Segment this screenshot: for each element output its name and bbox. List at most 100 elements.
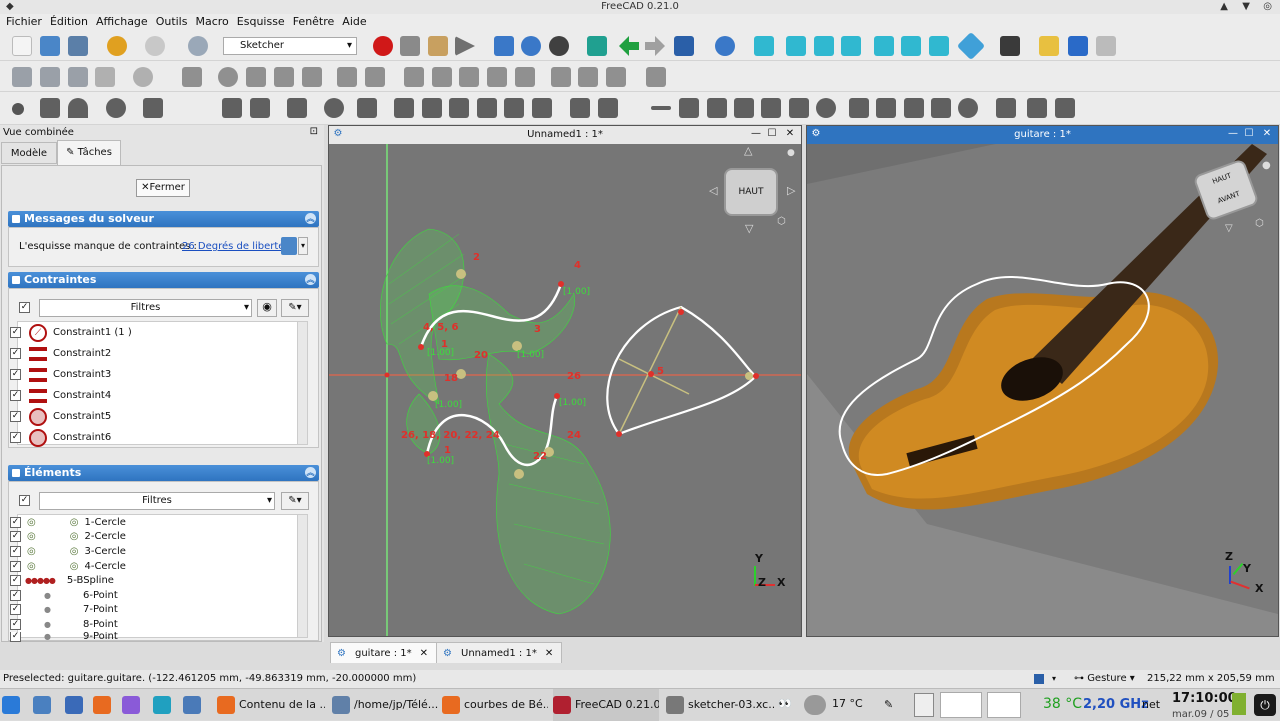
elements-scrollbar[interactable] — [297, 515, 307, 637]
list-item[interactable]: ✓ ●●●●● 5-BSpline — [10, 573, 114, 588]
close-view-icon[interactable]: ✕ — [1260, 127, 1274, 141]
lock-icon[interactable] — [849, 98, 869, 118]
collapse-icon[interactable]: ︽ — [305, 213, 316, 224]
list-item[interactable]: ✓ ◎ ◎ 2-Cercle — [10, 530, 126, 545]
chevron-down-icon[interactable]: ▾ — [1052, 670, 1056, 688]
stop-macro-icon[interactable] — [400, 36, 420, 56]
element-checkbox[interactable]: ✓ — [10, 545, 21, 557]
tangent-icon[interactable] — [734, 98, 754, 118]
navigation-cube[interactable]: HAUT — [724, 168, 778, 216]
elements-select-all-checkbox[interactable]: ✓ — [19, 495, 30, 506]
horizontal-distance-icon[interactable] — [876, 98, 896, 118]
bspline-convert-icon[interactable] — [337, 67, 357, 87]
list-item[interactable]: ✓ ● 6-Point — [10, 588, 118, 603]
cube-corner-icon[interactable]: ● — [787, 148, 795, 158]
menu-fichier[interactable]: Fichier — [6, 14, 42, 30]
constraints-select-all-checkbox[interactable]: ✓ — [19, 302, 30, 313]
tab-model[interactable]: Modèle — [1, 142, 57, 164]
element-checkbox[interactable]: ✓ — [10, 531, 21, 543]
line-tool-icon[interactable] — [40, 98, 60, 118]
list-item[interactable]: ✓ Constraint4 — [10, 385, 111, 406]
taskbar-item-firefox[interactable]: Contenu de la ... — [217, 689, 325, 721]
cube-left-arrow-icon[interactable]: ◁ — [709, 184, 717, 197]
menu-fenetre[interactable]: Fenêtre — [293, 14, 335, 30]
dof-link[interactable]: 26 Degrés de liberté — [182, 241, 284, 252]
taskbar-item-browser[interactable]: courbes de Bé... — [442, 689, 548, 721]
list-item[interactable]: ✓ ● 7-Point — [10, 603, 118, 618]
tab-unnamed1[interactable]: ⚙ Unnamed1 : 1* ✕ — [436, 642, 563, 663]
fillet-tool-icon[interactable] — [357, 98, 377, 118]
constraint-checkbox[interactable]: ✓ — [10, 390, 21, 401]
menu-affichage[interactable]: Affichage — [96, 14, 148, 30]
sketch-view-window[interactable]: Unnamed1 : 1* ⚙ — ☐ ✕ 2 4 4, 5, 6 1 20 1… — [328, 125, 802, 637]
carbon-copy-icon[interactable] — [504, 98, 524, 118]
element-checkbox[interactable]: ✓ — [10, 631, 21, 642]
circle-tool-icon[interactable] — [106, 98, 126, 118]
view-top-icon[interactable] — [814, 36, 834, 56]
constraints-settings-icon[interactable]: ✎▾ — [281, 299, 309, 317]
list-item[interactable]: ✓ Constraint3 — [10, 364, 111, 385]
extend-tool-icon[interactable] — [422, 98, 442, 118]
remove-axes-icon[interactable] — [459, 67, 479, 87]
validate-sketch-icon[interactable] — [404, 67, 424, 87]
bspline-weights-icon[interactable] — [302, 67, 322, 87]
select-origin-icon[interactable] — [487, 67, 507, 87]
angle-icon[interactable] — [996, 98, 1016, 118]
minimize-icon[interactable]: ▲ — [1220, 0, 1228, 14]
coincident-icon[interactable] — [570, 98, 590, 118]
split-tool-icon[interactable] — [449, 98, 469, 118]
menu-edition[interactable]: Édition — [50, 14, 88, 30]
clipboard-icon[interactable] — [914, 693, 934, 717]
constraint-checkbox[interactable]: ✓ — [10, 327, 21, 338]
collapse-icon[interactable]: ︽ — [305, 274, 316, 285]
view-left-icon[interactable] — [929, 36, 949, 56]
bspline-polygon-icon[interactable] — [218, 67, 238, 87]
fit-all-icon[interactable] — [494, 36, 514, 56]
open-file-icon[interactable] — [40, 36, 60, 56]
symmetric-constraint-icon[interactable] — [789, 98, 809, 118]
firefox-icon[interactable] — [93, 689, 123, 721]
thunderbird-icon[interactable] — [65, 689, 95, 721]
taskbar-item-freecad[interactable]: FreeCAD 0.21.0 — [553, 689, 659, 721]
maximize-view-icon[interactable]: ☐ — [765, 127, 779, 141]
constraint-checkbox[interactable]: ✓ — [10, 369, 21, 380]
zoom-icon[interactable] — [715, 36, 735, 56]
copy-icon[interactable] — [578, 67, 598, 87]
constraint-checkbox[interactable]: ✓ — [10, 348, 21, 359]
select-conflicts-icon[interactable] — [515, 67, 535, 87]
maximize-icon[interactable]: ▼ — [1242, 0, 1250, 14]
std-views-icon[interactable] — [674, 36, 694, 56]
cube-menu-icon[interactable]: ⬡ — [777, 216, 786, 227]
view-bottom-icon[interactable] — [901, 36, 921, 56]
constraint-checkbox[interactable]: ✓ — [10, 411, 21, 422]
menu-esquisse[interactable]: Esquisse — [237, 14, 285, 30]
view-isometric-icon[interactable] — [754, 36, 774, 56]
taskbar-item-gimp[interactable]: sketcher-03.xc... — [666, 689, 774, 721]
constraints-scrollbar[interactable] — [297, 322, 307, 444]
view-front-icon[interactable] — [786, 36, 806, 56]
app-icon-2[interactable] — [153, 689, 183, 721]
list-item[interactable]: ✓ ⟋ Constraint1 (1 ) — [10, 322, 132, 343]
workspace-1[interactable] — [940, 692, 982, 718]
bspline-tool-icon[interactable] — [222, 98, 242, 118]
visibility-eye-icon[interactable]: ◉ — [257, 299, 277, 317]
minimize-view-icon[interactable]: — — [1226, 127, 1240, 141]
cube-corner-icon[interactable]: ● — [1262, 160, 1271, 171]
constraints-filter-dropdown[interactable]: Filtres ▾ — [39, 299, 252, 317]
element-checkbox[interactable]: ✓ — [10, 618, 21, 630]
network-icon[interactable] — [33, 689, 63, 721]
undo-icon[interactable] — [107, 36, 127, 56]
link-icon[interactable] — [1039, 36, 1059, 56]
solver-options-dropdown[interactable]: ▾ — [298, 237, 308, 255]
macros-icon[interactable] — [428, 36, 448, 56]
element-checkbox[interactable]: ✓ — [10, 560, 21, 572]
delete-geometry-icon[interactable] — [606, 67, 626, 87]
conic-tool-icon[interactable] — [143, 98, 163, 118]
perpendicular-icon[interactable] — [707, 98, 727, 118]
bspline-join-icon[interactable] — [365, 67, 385, 87]
element-checkbox[interactable]: ✓ — [10, 516, 21, 528]
measure-icon[interactable] — [956, 31, 986, 61]
menu-outils[interactable]: Outils — [156, 14, 188, 30]
elements-panel-header[interactable]: Éléments ︽ — [8, 465, 319, 481]
external-geometry-icon[interactable] — [477, 98, 497, 118]
